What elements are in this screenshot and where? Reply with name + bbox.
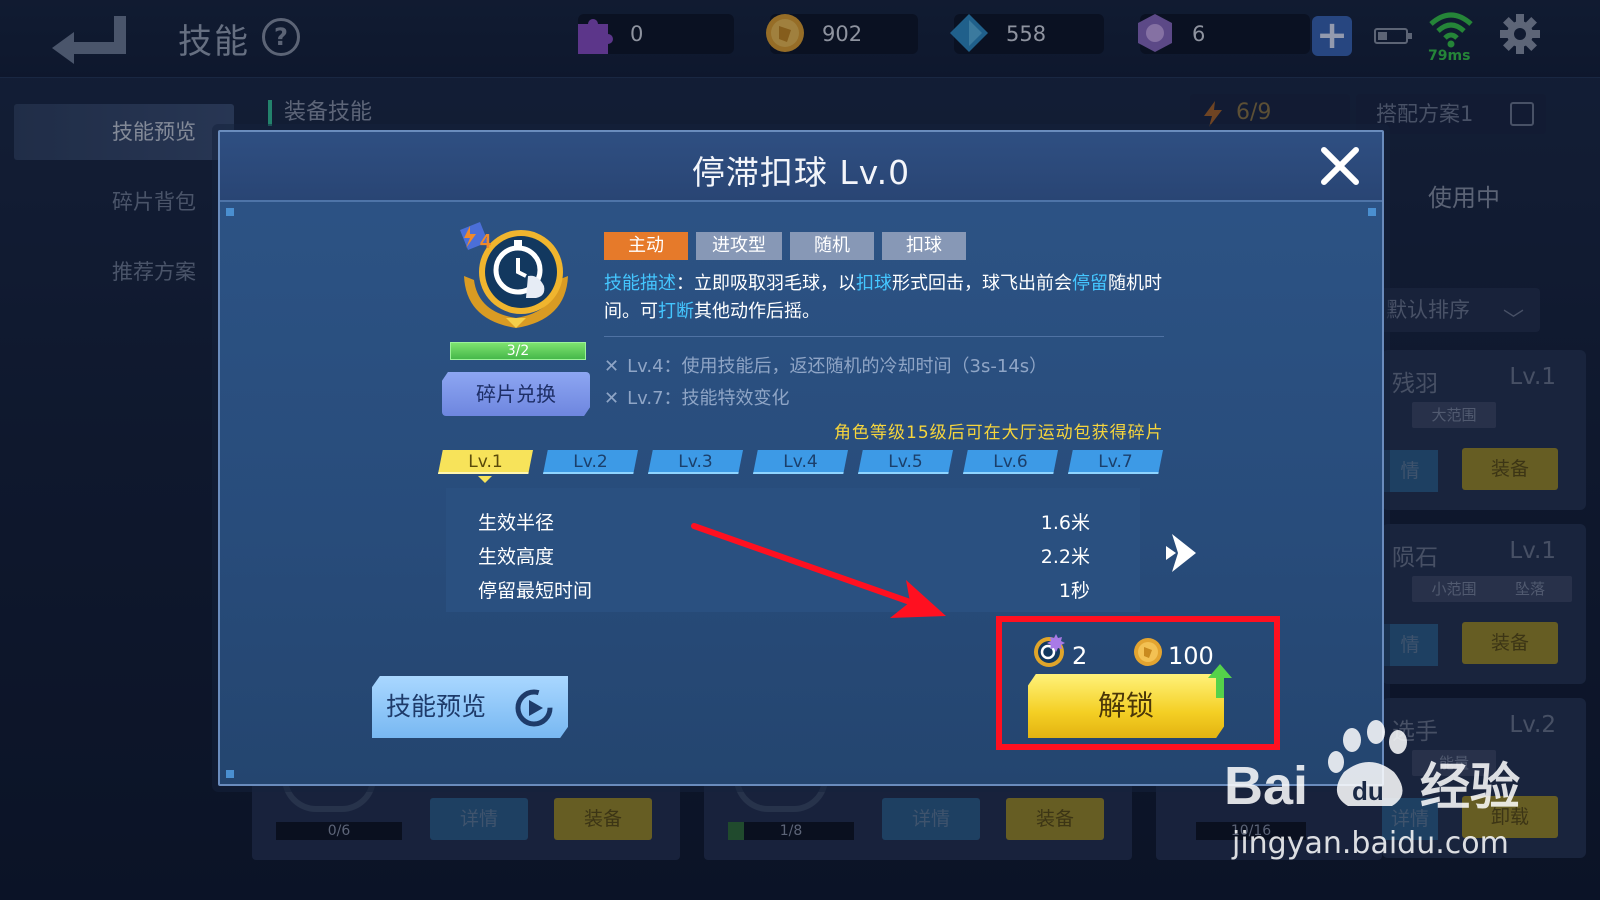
skill-preview-button[interactable]: 技能预览 — [372, 676, 568, 738]
skill-tag: 随机 — [790, 232, 874, 260]
dialog-title: 停滞扣球 Lv.0 — [691, 153, 911, 192]
level-unlock-note: ✕ Lv.4：使用技能后，返还随机的冷却时间（3s-14s） — [604, 356, 1048, 377]
level-unlock-note: ✕ Lv.7：技能特效变化 — [604, 388, 790, 409]
divider — [604, 336, 1164, 337]
tab-lv6[interactable]: Lv.6 — [963, 450, 1058, 474]
keyword-stay: 停留 — [1072, 273, 1108, 294]
skill-badge-number: 4 — [480, 231, 492, 253]
unlock-button[interactable]: 解锁 — [1028, 674, 1224, 738]
gold-coin-icon — [1134, 638, 1162, 666]
svg-text:du: du — [1352, 776, 1384, 806]
stat-name: 停留最短时间 — [478, 580, 593, 602]
stat-name: 生效半径 — [478, 512, 555, 534]
corner-decoration — [226, 770, 234, 778]
stat-row: 停留最短时间 1秒 — [478, 572, 1090, 606]
stat-row: 生效高度 2.2米 — [478, 538, 1090, 572]
corner-decoration — [1368, 208, 1376, 216]
watermark-url: jingyan.baidu.com — [1232, 826, 1509, 861]
watermark-brand-right: 经验 — [1420, 758, 1520, 816]
skill-preview-label: 技能预览 — [386, 692, 487, 721]
upgrade-arrow-icon — [1208, 664, 1232, 698]
watermark-brand-left: Bai — [1224, 756, 1308, 816]
tab-lv2[interactable]: Lv.2 — [543, 450, 638, 474]
corner-decoration — [226, 208, 234, 216]
skill-tag: 进攻型 — [696, 232, 782, 260]
locked-x-icon: ✕ — [604, 356, 620, 377]
fragment-exchange-button[interactable]: 碎片兑换 — [442, 372, 590, 416]
tab-lv5[interactable]: Lv.5 — [858, 450, 953, 474]
dialog-header: 停滞扣球 Lv.0 — [220, 132, 1382, 202]
skill-detail-dialog: 停滞扣球 Lv.0 4 3/2 碎片兑换 主动 进攻型 随机 扣球 技能描述：立… — [218, 130, 1384, 786]
skill-tag: 主动 — [604, 232, 688, 260]
fragment-progress-text: 3/2 — [506, 343, 530, 359]
tab-lv1[interactable]: Lv.1 — [438, 450, 533, 474]
stat-value: 2.2米 — [1040, 546, 1090, 568]
tab-lv7[interactable]: Lv.7 — [1068, 450, 1163, 474]
fragment-progress-bar: 3/2 — [450, 342, 586, 360]
fragment-cost: 2 — [1072, 642, 1088, 670]
active-tab-pointer — [478, 476, 492, 483]
skill-description: 技能描述：立即吸取羽毛球，以扣球形式回击，球飞出前会停留随机时间。可打断其他动作… — [604, 273, 1162, 322]
skill-fragment-icon — [1034, 634, 1065, 667]
tab-lv4[interactable]: Lv.4 — [753, 450, 848, 474]
close-icon[interactable] — [1318, 144, 1362, 188]
stat-name: 生效高度 — [478, 546, 555, 568]
tab-lv3[interactable]: Lv.3 — [648, 450, 743, 474]
skill-tags: 主动 进攻型 随机 扣球 — [604, 232, 966, 260]
stat-row: 生效半径 1.6米 — [478, 504, 1090, 538]
stat-value: 1.6米 — [1040, 512, 1090, 534]
fragment-source-hint: 角色等级15级后可在大厅运动包获得碎片 — [834, 423, 1164, 443]
skill-tag: 扣球 — [882, 232, 966, 260]
chevron-right-icon[interactable] — [1164, 530, 1204, 576]
keyword-spike: 扣球 — [856, 273, 892, 294]
level-stats-list[interactable]: 生效半径 1.6米 生效高度 2.2米 停留最短时间 1秒 — [446, 488, 1140, 612]
play-icon — [515, 689, 553, 727]
level-tabs: Lv.1 Lv.2 Lv.3 Lv.4 Lv.5 Lv.6 Lv.7 — [438, 450, 1163, 474]
keyword-interrupt: 打断 — [658, 301, 694, 322]
stat-value: 1秒 — [1058, 580, 1090, 602]
locked-x-icon: ✕ — [604, 388, 620, 409]
stopwatch-spike-skill-icon: 4 — [460, 222, 568, 328]
description-label: 技能描述 — [604, 273, 676, 294]
